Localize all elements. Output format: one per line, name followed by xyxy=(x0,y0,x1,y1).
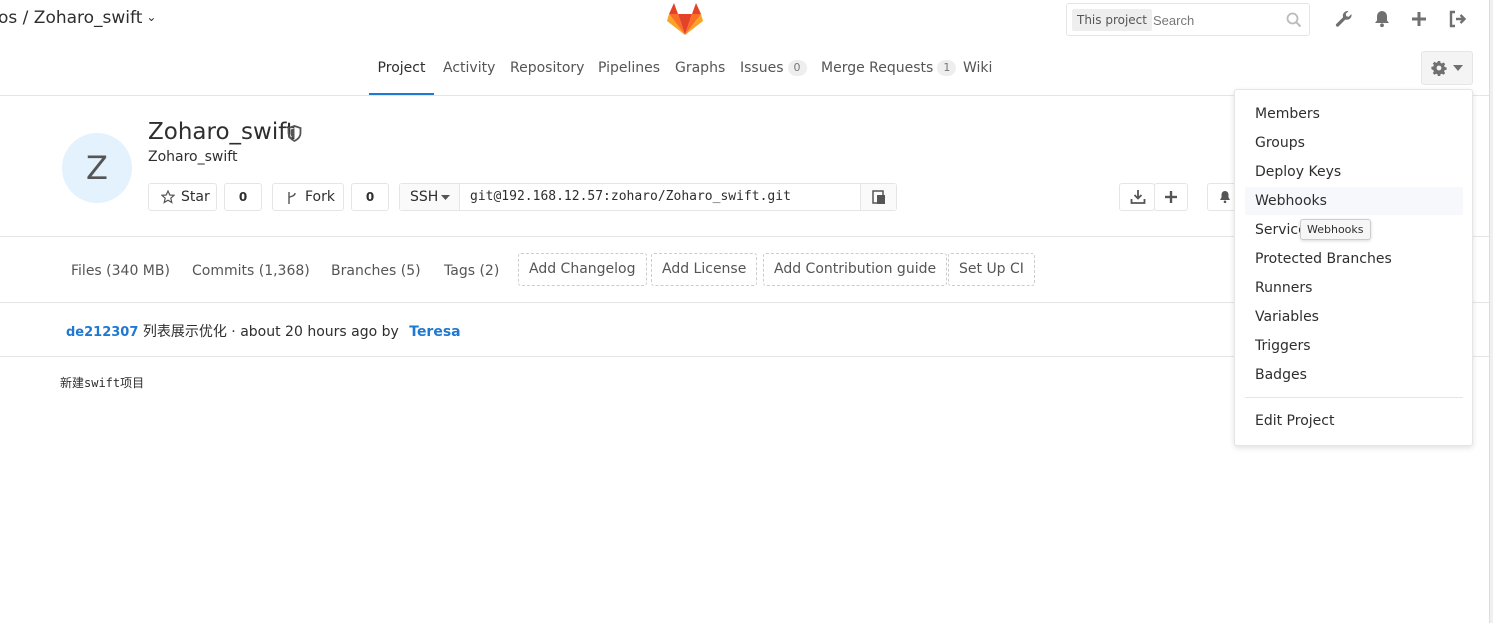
download-button[interactable] xyxy=(1119,183,1155,211)
menu-divider xyxy=(1245,397,1463,398)
issues-count-badge: 0 xyxy=(787,60,807,76)
project-settings-dropdown: Members Groups Deploy Keys Webhooks Serv… xyxy=(1234,89,1473,446)
fork-icon xyxy=(288,192,296,204)
project-nav: Project Activity Repository Pipelines Gr… xyxy=(0,40,1493,96)
menu-item-variables[interactable]: Variables xyxy=(1245,303,1463,331)
menu-item-runners[interactable]: Runners xyxy=(1245,274,1463,302)
tab-activity[interactable]: Activity xyxy=(443,40,495,95)
project-settings-button[interactable] xyxy=(1421,51,1473,85)
tab-label: Repository xyxy=(510,60,585,76)
menu-item-deploy-keys[interactable]: Deploy Keys xyxy=(1245,158,1463,186)
add-changelog-button[interactable]: Add Changelog xyxy=(518,253,647,286)
tab-wiki[interactable]: Wiki xyxy=(963,40,992,95)
project-title: Zoharo_swift xyxy=(148,119,295,145)
window-scrollbar[interactable] xyxy=(1489,0,1493,623)
bell-icon[interactable] xyxy=(1371,8,1393,30)
search-box: This project xyxy=(1066,3,1310,36)
commit-author-link[interactable]: Teresa xyxy=(409,324,460,340)
commit-sha-link[interactable]: de212307 xyxy=(66,325,138,340)
plus-icon[interactable] xyxy=(1408,8,1430,30)
search-scope-badge[interactable]: This project xyxy=(1072,9,1152,31)
clone-protocol-label: SSH xyxy=(410,189,439,205)
commit-message: 列表展示优化 · about 20 hours ago by xyxy=(142,324,399,340)
chevron-down-icon: ⌄ xyxy=(146,10,157,24)
top-bar: os / Zoharo_swift ⌄ This project xyxy=(0,0,1493,40)
search-input[interactable] xyxy=(1153,8,1278,32)
search-icon[interactable] xyxy=(1285,11,1303,29)
tags-link[interactable]: Tags (2) xyxy=(444,263,499,279)
menu-item-badges[interactable]: Badges xyxy=(1245,361,1463,389)
add-button[interactable] xyxy=(1154,183,1188,211)
tab-label: Graphs xyxy=(675,60,726,76)
tab-label: Pipelines xyxy=(598,60,661,76)
clone-url-input[interactable]: git@192.168.12.57:zoharo/Zoharo_swift.gi… xyxy=(470,184,791,210)
branches-link[interactable]: Branches (5) xyxy=(331,263,421,279)
caret-down-icon xyxy=(441,195,450,200)
gitlab-logo-icon[interactable] xyxy=(666,2,704,36)
menu-item-triggers[interactable]: Triggers xyxy=(1245,332,1463,360)
clone-protocol-dropdown[interactable]: SSH xyxy=(400,184,460,210)
project-description: Zoharo_swift xyxy=(148,149,238,165)
clone-url-group: SSH git@192.168.12.57:zoharo/Zoharo_swif… xyxy=(399,183,897,211)
tab-graphs[interactable]: Graphs xyxy=(675,40,725,95)
tab-label: Activity xyxy=(443,60,496,76)
tab-label: Wiki xyxy=(963,60,993,76)
bell-icon xyxy=(1220,191,1230,204)
tab-label: Merge Requests xyxy=(821,60,934,76)
tab-repository[interactable]: Repository xyxy=(510,40,584,95)
caret-down-icon xyxy=(1453,65,1463,71)
breadcrumb[interactable]: os / Zoharo_swift ⌄ xyxy=(0,8,156,28)
tab-pipelines[interactable]: Pipelines xyxy=(598,40,660,95)
tab-label: Project xyxy=(377,60,426,76)
menu-item-protected-branches[interactable]: Protected Branches xyxy=(1245,245,1463,273)
star-label: Star xyxy=(181,189,210,205)
fork-label: Fork xyxy=(305,189,335,205)
star-icon xyxy=(161,190,175,204)
copy-url-button[interactable] xyxy=(860,184,896,210)
menu-item-webhooks[interactable]: Webhooks xyxy=(1245,187,1463,215)
menu-item-groups[interactable]: Groups xyxy=(1245,129,1463,157)
star-button[interactable]: Star xyxy=(148,183,217,211)
plus-icon xyxy=(1165,191,1177,203)
merge-requests-count-badge: 1 xyxy=(937,60,957,76)
menu-item-edit-project[interactable]: Edit Project xyxy=(1245,407,1463,435)
readme-content: 新建swift项目 xyxy=(60,376,145,390)
tab-label: Issues xyxy=(740,60,784,76)
tab-issues[interactable]: Issues 0 xyxy=(740,40,807,95)
breadcrumb-text: os / Zoharo_swift xyxy=(0,8,143,28)
tab-project[interactable]: Project xyxy=(369,40,434,95)
clipboard-icon xyxy=(872,190,885,204)
shield-icon xyxy=(287,125,302,142)
commits-link[interactable]: Commits (1,368) xyxy=(192,263,310,279)
download-icon xyxy=(1130,190,1146,204)
webhooks-tooltip: Webhooks xyxy=(1300,219,1371,240)
add-contribution-guide-button[interactable]: Add Contribution guide xyxy=(763,253,948,286)
last-commit-line: de212307 列表展示优化 · about 20 hours ago by … xyxy=(66,321,461,341)
add-license-button[interactable]: Add License xyxy=(651,253,758,286)
sign-out-icon[interactable] xyxy=(1446,8,1468,30)
set-up-ci-button[interactable]: Set Up CI xyxy=(948,253,1035,286)
wrench-icon[interactable] xyxy=(1333,8,1355,30)
project-avatar: Z xyxy=(62,133,132,203)
fork-count[interactable]: 0 xyxy=(351,183,389,211)
gear-icon xyxy=(1431,61,1447,76)
files-link[interactable]: Files (340 MB) xyxy=(71,263,170,279)
fork-button[interactable]: Fork xyxy=(272,183,344,211)
tab-merge-requests[interactable]: Merge Requests 1 xyxy=(821,40,957,95)
star-count[interactable]: 0 xyxy=(224,183,262,211)
menu-item-members[interactable]: Members xyxy=(1245,100,1463,128)
